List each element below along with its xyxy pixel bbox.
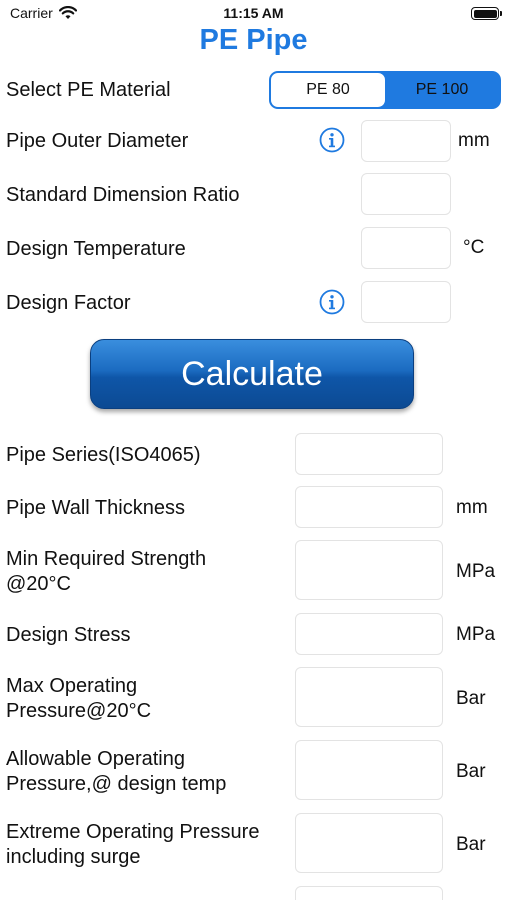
allow-op-pressure-unit: Bar <box>456 761 486 782</box>
max-op-pressure-output <box>295 667 443 727</box>
mrs-output <box>295 540 443 600</box>
material-segmented-control[interactable]: PE 80 PE 100 <box>269 71 501 109</box>
mrs-unit: MPa <box>456 561 496 582</box>
segment-pe80[interactable]: PE 80 <box>271 73 385 107</box>
design-factor-label: Design Factor <box>6 292 131 314</box>
outer-diameter-info-icon[interactable] <box>319 127 345 153</box>
calculate-button[interactable]: Calculate <box>90 339 414 409</box>
outer-diameter-label: Pipe Outer Diameter <box>6 130 189 152</box>
outer-diameter-input[interactable] <box>361 120 451 162</box>
allow-op-pressure-output <box>295 740 443 800</box>
mrs-label-line1: Min Required Strength <box>6 548 207 570</box>
design-stress-output <box>295 613 443 655</box>
status-bar: Carrier 11:15 AM <box>0 0 507 26</box>
design-temp-input[interactable] <box>361 227 451 269</box>
extreme-op-pressure-unit: Bar <box>456 834 486 855</box>
design-temp-label: Design Temperature <box>6 238 186 260</box>
next-output-partial <box>295 886 443 900</box>
allow-op-pressure-label-line2: Pressure,@ design temp <box>6 773 227 795</box>
pipe-series-label: Pipe Series(ISO4065) <box>6 444 201 466</box>
segment-pe100[interactable]: PE 100 <box>385 73 499 107</box>
extreme-op-pressure-label-line1: Extreme Operating Pressure <box>6 821 260 843</box>
design-stress-label: Design Stress <box>6 624 131 646</box>
extreme-op-pressure-label-line2: including surge <box>6 846 141 868</box>
design-factor-input[interactable] <box>361 281 451 323</box>
wall-thickness-output <box>295 486 443 528</box>
max-op-pressure-label-line2: Pressure@20°C <box>6 700 152 722</box>
sdr-label: Standard Dimension Ratio <box>6 184 240 206</box>
clock: 11:15 AM <box>223 5 284 21</box>
wall-thickness-label: Pipe Wall Thickness <box>6 497 185 519</box>
design-temp-unit: °C <box>463 237 485 258</box>
max-op-pressure-unit: Bar <box>456 688 486 709</box>
battery-icon <box>471 7 502 20</box>
app-title: PE Pipe <box>199 24 308 56</box>
material-label: Select PE Material <box>6 79 171 101</box>
outer-diameter-unit: mm <box>458 130 490 151</box>
sdr-input[interactable] <box>361 173 451 215</box>
design-stress-unit: MPa <box>456 624 496 645</box>
extreme-op-pressure-output <box>295 813 443 873</box>
mrs-label-line2: @20°C <box>6 573 71 595</box>
max-op-pressure-label-line1: Max Operating <box>6 675 138 697</box>
allow-op-pressure-label-line1: Allowable Operating <box>6 748 185 770</box>
wall-thickness-unit: mm <box>456 497 488 518</box>
design-factor-info-icon[interactable] <box>319 289 345 315</box>
pipe-series-output <box>295 433 443 475</box>
